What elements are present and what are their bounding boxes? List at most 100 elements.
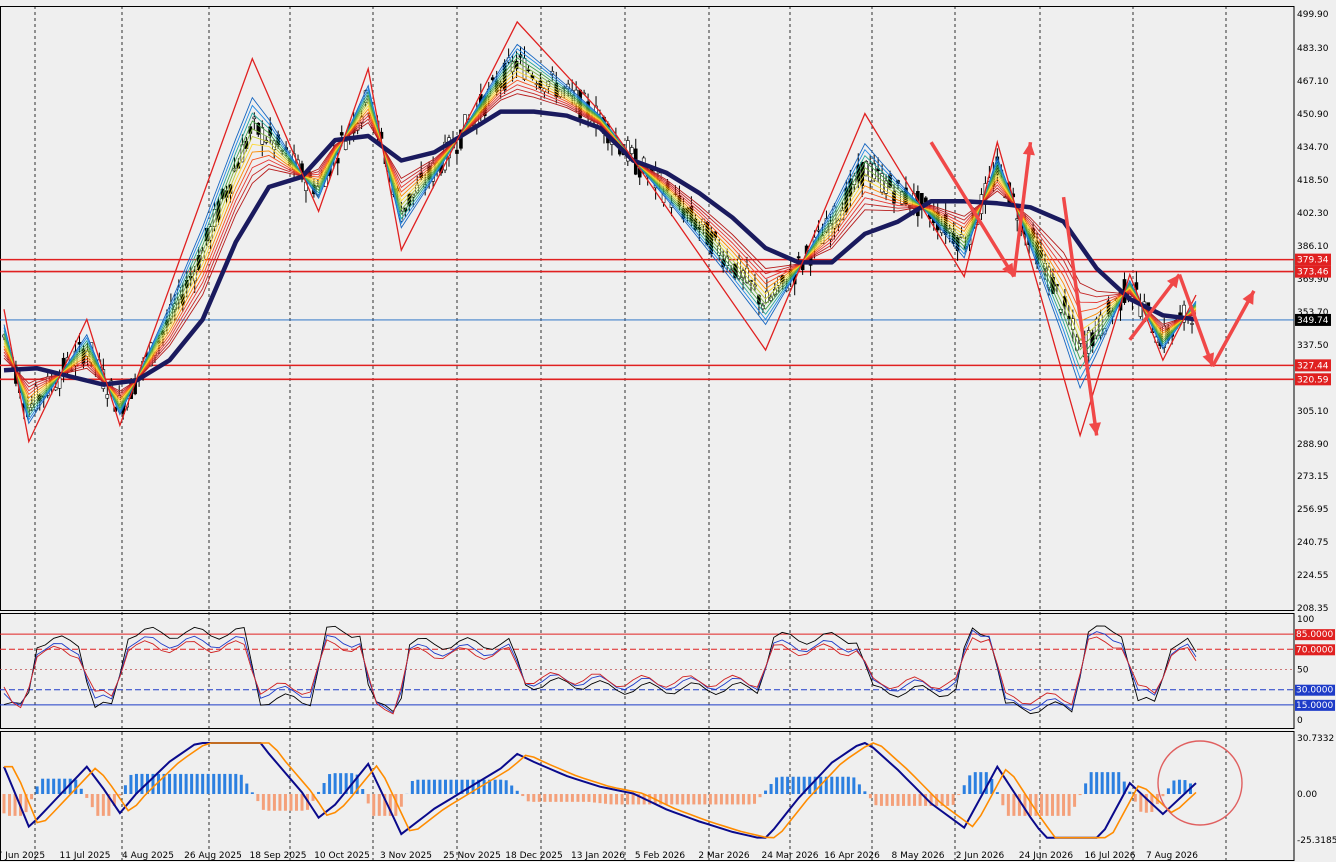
candle-body [105, 394, 110, 399]
histogram-bar [902, 794, 906, 806]
date-tick-label: 10 Oct 2025 [314, 851, 370, 861]
histogram-bar [670, 794, 674, 805]
histogram-bar [526, 794, 530, 802]
panel-frame-0 [0, 6, 1295, 611]
candle-body [252, 116, 257, 120]
histogram-bar [410, 781, 414, 794]
histogram-bar [333, 773, 337, 794]
histogram-bar [416, 779, 420, 794]
main-y-tick-label: 467.10 [1297, 77, 1329, 87]
histogram-bar [548, 794, 552, 802]
candle-body [260, 127, 265, 145]
histogram-bar [863, 791, 867, 794]
histogram-bar [515, 790, 519, 794]
histogram-bar [913, 794, 917, 806]
histogram-bar [35, 786, 39, 794]
histogram-bar [951, 794, 955, 805]
histogram-bar [289, 794, 293, 811]
date-tick-label: 8 May 2026 [892, 851, 945, 861]
histogram-bar [377, 794, 381, 816]
date-tick-label: 25 Nov 2025 [443, 851, 501, 861]
histogram-bar [946, 794, 950, 806]
histogram-bar [554, 794, 558, 802]
rsi-level-tag-label: 15.0000 [1296, 701, 1333, 711]
level-tag-label: 320.59 [1297, 375, 1329, 385]
histogram-bar [769, 783, 773, 794]
histogram-bar [1051, 794, 1055, 816]
histogram-bar [261, 794, 265, 810]
date-tick-label: 7 Aug 2026 [1146, 851, 1198, 861]
histogram-bar [438, 779, 442, 794]
histogram-bar [559, 794, 563, 802]
level-tag-label: 373.46 [1297, 268, 1329, 278]
main-y-tick-label: 305.10 [1297, 407, 1329, 417]
histogram-bar [455, 779, 459, 794]
histogram-bar [52, 778, 56, 794]
main-y-tick-label: 240.75 [1297, 538, 1329, 548]
histogram-bar [631, 794, 635, 805]
histogram-bar [890, 794, 894, 806]
histogram-bar [620, 794, 624, 805]
histogram-bar [995, 792, 999, 794]
histogram-bar [791, 776, 795, 794]
main-y-tick-label: 337.50 [1297, 341, 1329, 351]
main-y-tick-label: 402.30 [1297, 209, 1329, 219]
osc-y-tick-label: 0.00 [1297, 790, 1317, 800]
histogram-bar [664, 794, 668, 805]
histogram-bar [598, 794, 602, 804]
histogram-bar [217, 773, 221, 794]
histogram-bar [686, 794, 690, 805]
candle-body [343, 140, 348, 150]
histogram-bar [592, 794, 596, 803]
histogram-bar [201, 773, 205, 794]
histogram-bar [532, 794, 536, 802]
histogram-bar [427, 779, 431, 794]
level-tag-label: 327.44 [1297, 361, 1329, 371]
main-y-tick-label: 288.90 [1297, 440, 1329, 450]
rsi-y-tick-label: 100 [1297, 615, 1314, 625]
rsi-y-tick-label: 50 [1297, 666, 1309, 676]
histogram-bar [300, 794, 304, 811]
histogram-bar [421, 779, 425, 794]
histogram-bar [140, 773, 144, 794]
date-tick-label: 16 Apr 2026 [824, 851, 880, 861]
histogram-bar [708, 794, 712, 805]
histogram-bar [868, 794, 872, 799]
histogram-bar [1012, 794, 1016, 816]
histogram-bar [322, 783, 326, 794]
histogram-bar [168, 773, 172, 794]
histogram-bar [399, 794, 403, 807]
main-y-tick-label: 273.15 [1297, 472, 1329, 482]
histogram-bar [134, 773, 138, 794]
histogram-bar [714, 794, 718, 805]
histogram-bar [896, 794, 900, 806]
histogram-bar [857, 784, 861, 794]
histogram-bar [449, 779, 453, 794]
main-y-tick-label: 499.90 [1297, 10, 1329, 20]
histogram-bar [747, 794, 751, 805]
histogram-bar [96, 794, 100, 816]
histogram-bar [239, 774, 243, 794]
histogram-bar [918, 794, 922, 806]
histogram-bar [581, 794, 585, 802]
histogram-bar [1039, 794, 1043, 816]
histogram-bar [234, 773, 238, 794]
histogram-bar [1084, 783, 1088, 794]
histogram-bar [212, 773, 216, 794]
histogram-bar [1177, 779, 1181, 794]
histogram-bar [764, 790, 768, 794]
histogram-bar [41, 778, 45, 794]
histogram-bar [565, 794, 569, 802]
panel-frame-1 [0, 613, 1295, 729]
price-tag-label: 349.74 [1297, 316, 1329, 326]
candle-body [1190, 323, 1194, 325]
histogram-bar [90, 794, 94, 808]
histogram-bar [1001, 794, 1005, 806]
histogram-bar [493, 779, 497, 794]
main-y-tick-label: 256.95 [1297, 505, 1329, 515]
histogram-bar [846, 776, 850, 794]
main-y-tick-label: 450.90 [1297, 110, 1329, 120]
date-tick-label: 5 Feb 2026 [635, 851, 686, 861]
histogram-bar [885, 794, 889, 806]
date-tick-label: 18 Sep 2025 [249, 851, 306, 861]
